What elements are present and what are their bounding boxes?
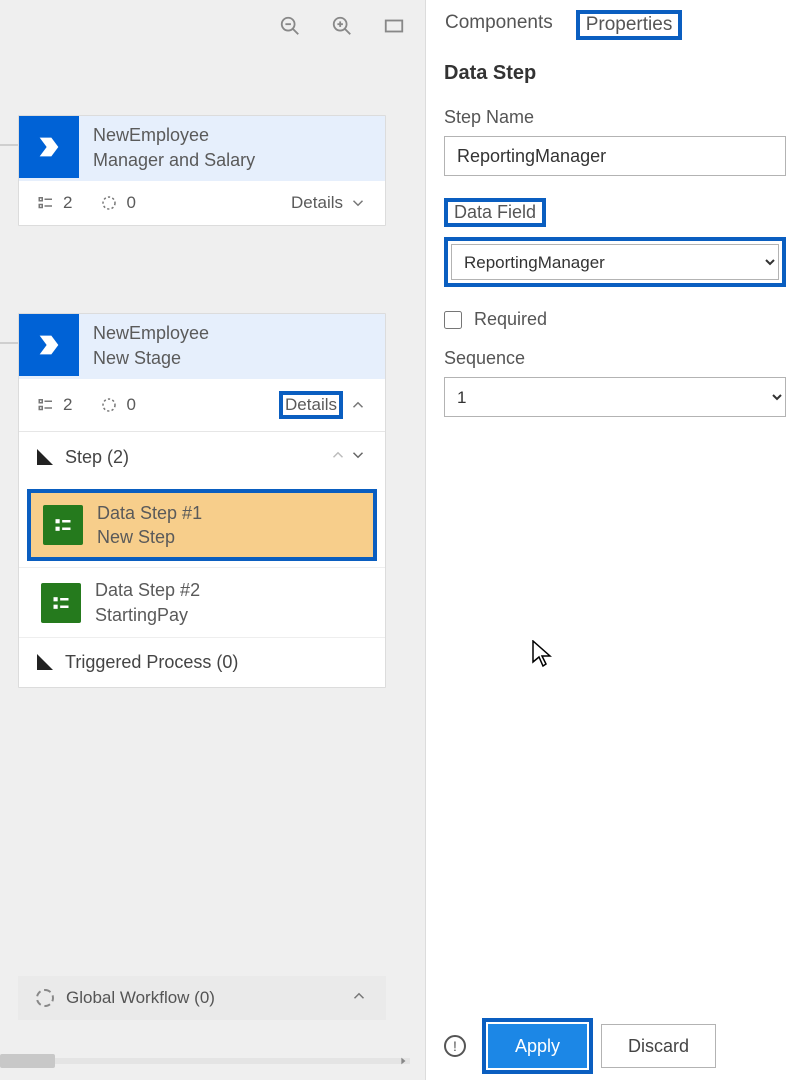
stage-name: New Stage xyxy=(93,347,209,370)
step-subtitle: StartingPay xyxy=(95,603,200,627)
stage-card[interactable]: NewEmployee Manager and Salary 2 0 Detai… xyxy=(18,115,386,226)
chevron-up-icon xyxy=(349,396,367,414)
step-name-label: Step Name xyxy=(444,107,786,128)
steps-section-header[interactable]: Step (2) xyxy=(19,432,385,483)
stage-expanded-body: Step (2) Data Step #1 New Step xyxy=(19,431,385,687)
fit-to-screen-icon[interactable] xyxy=(383,15,405,37)
triggered-process-label: Triggered Process (0) xyxy=(65,652,238,673)
steps-header-label: Step (2) xyxy=(65,447,129,468)
apply-button[interactable]: Apply xyxy=(488,1024,587,1068)
details-label: Details xyxy=(291,193,343,213)
info-icon[interactable]: ! xyxy=(444,1035,466,1057)
move-down-icon[interactable] xyxy=(349,446,367,469)
horizontal-scrollbar[interactable] xyxy=(0,1054,410,1068)
panel-footer: ! Apply Discard xyxy=(426,1024,804,1068)
sequence-select[interactable]: 1 xyxy=(444,377,786,417)
stage-entity: NewEmployee xyxy=(93,124,255,147)
stage-name: Manager and Salary xyxy=(93,149,255,172)
stage-chevron-icon xyxy=(19,314,79,376)
data-field-label: Data Field xyxy=(444,198,546,227)
stage-spinner-count: 0 xyxy=(126,193,135,213)
collapse-triangle-icon xyxy=(37,654,53,670)
designer-canvas: NewEmployee Manager and Salary 2 0 Detai… xyxy=(0,0,425,1080)
global-workflow-label: Global Workflow (0) xyxy=(66,988,215,1008)
stage-steps-count: 2 xyxy=(63,193,72,213)
discard-button[interactable]: Discard xyxy=(601,1024,716,1068)
stage-spinner-count: 0 xyxy=(126,395,135,415)
data-field-select[interactable]: ReportingManager xyxy=(451,244,779,280)
data-step-icon xyxy=(41,583,81,623)
global-workflow-bar[interactable]: Global Workflow (0) xyxy=(18,976,386,1020)
process-spinner-icon xyxy=(100,396,118,414)
zoom-out-icon[interactable] xyxy=(279,15,301,37)
tab-properties[interactable]: Properties xyxy=(576,10,683,40)
stage-chevron-icon xyxy=(19,116,79,178)
stage-footer: 2 0 Details xyxy=(19,379,385,431)
data-step-row[interactable]: Data Step #2 StartingPay xyxy=(19,567,385,637)
canvas-toolbar xyxy=(279,15,405,37)
stage-connector xyxy=(0,144,18,146)
required-label: Required xyxy=(474,309,547,330)
stage-card[interactable]: NewEmployee New Stage 2 0 Details xyxy=(18,313,386,688)
zoom-in-icon[interactable] xyxy=(331,15,353,37)
properties-section-title: Data Step xyxy=(444,62,786,85)
stage-details-toggle[interactable]: Details xyxy=(291,193,367,213)
stage-entity: NewEmployee xyxy=(93,322,209,345)
step-name-input[interactable] xyxy=(444,136,786,176)
panel-tabs: Components Properties xyxy=(426,0,804,40)
step-subtitle: New Step xyxy=(97,525,202,549)
stage-header: NewEmployee New Stage xyxy=(19,314,385,379)
step-title: Data Step #1 xyxy=(97,501,202,525)
scrollbar-thumb[interactable] xyxy=(0,1054,55,1068)
properties-panel: Components Properties Data Step Step Nam… xyxy=(425,0,804,1080)
sequence-label: Sequence xyxy=(444,348,786,369)
reorder-arrows xyxy=(329,446,367,469)
tab-components[interactable]: Components xyxy=(444,10,554,40)
data-field-select-wrap: ReportingManager xyxy=(444,237,786,287)
triggered-process-section[interactable]: Triggered Process (0) xyxy=(19,637,385,687)
stage-footer: 2 0 Details xyxy=(19,181,385,225)
collapse-triangle-icon xyxy=(37,449,53,465)
move-up-icon[interactable] xyxy=(329,446,347,469)
chevron-up-icon xyxy=(350,987,368,1010)
stage-header: NewEmployee Manager and Salary xyxy=(19,116,385,181)
steps-icon xyxy=(37,396,55,414)
data-step-row-selected[interactable]: Data Step #1 New Step xyxy=(27,489,377,562)
step-title: Data Step #2 xyxy=(95,578,200,602)
mouse-cursor-icon xyxy=(532,640,552,668)
chevron-down-icon xyxy=(349,194,367,212)
stage-details-toggle[interactable]: Details xyxy=(279,391,367,419)
steps-icon xyxy=(37,194,55,212)
process-spinner-icon xyxy=(100,194,118,212)
data-step-icon xyxy=(43,505,83,545)
details-label: Details xyxy=(279,391,343,419)
required-checkbox[interactable] xyxy=(444,311,462,329)
process-spinner-icon xyxy=(36,989,54,1007)
scroll-right-icon[interactable] xyxy=(396,1054,410,1068)
scrollbar-track xyxy=(0,1058,410,1064)
stage-steps-count: 2 xyxy=(63,395,72,415)
stage-connector xyxy=(0,342,18,344)
